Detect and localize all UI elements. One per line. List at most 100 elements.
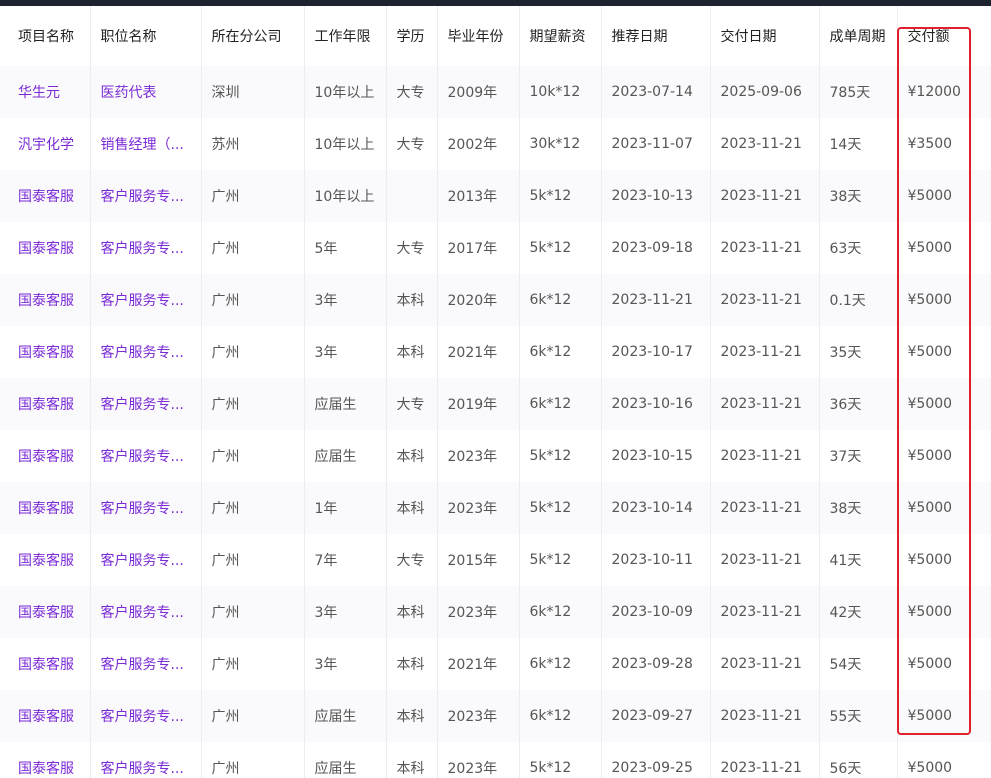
table-row[interactable]: 国泰客服 客户服务专... 广州 7年 大专 2015年 5k*12 2023-10-11 20… — [0, 534, 991, 586]
cell-education: 大专 — [386, 66, 438, 118]
column-header-education[interactable]: 学历 — [386, 6, 438, 66]
cell-deal-cycle: 42天 — [819, 586, 898, 638]
cell-project[interactable]: 国泰客服 — [0, 638, 91, 690]
column-header-deal-cycle[interactable]: 成单周期 — [819, 6, 898, 66]
cell-recommend-date: 2023-10-17 — [601, 326, 711, 378]
cell-grad-year: 2023年 — [437, 586, 520, 638]
cell-position[interactable]: 客户服务专... — [90, 222, 202, 274]
cell-project[interactable]: 汎宇化学 — [0, 118, 91, 170]
cell-project[interactable]: 国泰客服 — [0, 586, 91, 638]
cell-position[interactable]: 客户服务专... — [90, 274, 202, 326]
table-row[interactable]: 国泰客服 客户服务专... 广州 3年 本科 2020年 6k*12 2023-11-21 20… — [0, 274, 991, 326]
table-row[interactable]: 国泰客服 客户服务专... 广州 应届生 本科 2023年 5k*12 2023-10-15 2… — [0, 430, 991, 482]
cell-recommend-date: 2023-10-15 — [601, 430, 711, 482]
column-header-delivery-date[interactable]: 交付日期 — [710, 6, 820, 66]
cell-project[interactable]: 国泰客服 — [0, 222, 91, 274]
cell-deal-cycle: 54天 — [819, 638, 898, 690]
cell-recommend-date: 2023-10-16 — [601, 378, 711, 430]
table-row[interactable]: 国泰客服 客户服务专... 广州 1年 本科 2023年 5k*12 2023-10-14 20… — [0, 482, 991, 534]
cell-branch: 广州 — [201, 430, 305, 482]
cell-position[interactable]: 客户服务专... — [90, 430, 202, 482]
cell-expected-salary: 5k*12 — [519, 742, 602, 778]
cell-position[interactable]: 客户服务专... — [90, 378, 202, 430]
table-row[interactable]: 国泰客服 客户服务专... 广州 应届生 本科 2023年 6k*12 2023-09-27 2… — [0, 690, 991, 742]
cell-position[interactable]: 销售经理（... — [90, 118, 202, 170]
cell-delivery-amount: ¥5000 — [897, 586, 991, 638]
cell-education: 本科 — [386, 274, 438, 326]
cell-project[interactable]: 国泰客服 — [0, 690, 91, 742]
cell-experience: 3年 — [304, 326, 387, 378]
cell-branch: 广州 — [201, 690, 305, 742]
cell-branch: 广州 — [201, 326, 305, 378]
column-header-branch[interactable]: 所在分公司 — [201, 6, 305, 66]
column-header-position[interactable]: 职位名称 — [90, 6, 202, 66]
cell-deal-cycle: 38天 — [819, 170, 898, 222]
cell-grad-year: 2009年 — [437, 66, 520, 118]
table-row[interactable]: 国泰客服 客户服务专... 广州 3年 本科 2023年 6k*12 2023-10-09 20… — [0, 586, 991, 638]
cell-project[interactable]: 国泰客服 — [0, 482, 91, 534]
table-row[interactable]: 华生元 医药代表 深圳 10年以上 大专 2009年 10k*12 2023-07-14 202… — [0, 66, 991, 118]
column-header-expected-salary[interactable]: 期望薪资 — [519, 6, 602, 66]
cell-delivery-date: 2023-11-21 — [710, 482, 820, 534]
cell-recommend-date: 2023-10-11 — [601, 534, 711, 586]
cell-expected-salary: 5k*12 — [519, 482, 602, 534]
cell-experience: 10年以上 — [304, 170, 387, 222]
cell-experience: 3年 — [304, 274, 387, 326]
cell-position[interactable]: 客户服务专... — [90, 170, 202, 222]
table-row[interactable]: 国泰客服 客户服务专... 广州 10年以上 2013年 5k*12 2023-10-13 2… — [0, 170, 991, 222]
cell-delivery-date: 2023-11-21 — [710, 274, 820, 326]
cell-position[interactable]: 客户服务专... — [90, 534, 202, 586]
cell-project[interactable]: 国泰客服 — [0, 534, 91, 586]
cell-deal-cycle: 38天 — [819, 482, 898, 534]
cell-recommend-date: 2023-10-09 — [601, 586, 711, 638]
cell-deal-cycle: 55天 — [819, 690, 898, 742]
cell-education: 大专 — [386, 378, 438, 430]
column-header-project[interactable]: 项目名称 — [0, 6, 91, 66]
cell-delivery-date: 2023-11-21 — [710, 534, 820, 586]
column-header-recommend-date[interactable]: 推荐日期 — [601, 6, 711, 66]
cell-experience: 10年以上 — [304, 118, 387, 170]
cell-deal-cycle: 785天 — [819, 66, 898, 118]
column-header-experience[interactable]: 工作年限 — [304, 6, 387, 66]
cell-delivery-date: 2023-11-21 — [710, 326, 820, 378]
table-row[interactable]: 国泰客服 客户服务专... 广州 3年 本科 2021年 6k*12 2023-09-28 20… — [0, 638, 991, 690]
column-header-grad-year[interactable]: 毕业年份 — [437, 6, 520, 66]
column-header-delivery-amount[interactable]: 交付额 — [897, 6, 991, 66]
cell-delivery-date: 2023-11-21 — [710, 222, 820, 274]
cell-delivery-date: 2023-11-21 — [710, 638, 820, 690]
cell-recommend-date: 2023-11-07 — [601, 118, 711, 170]
cell-deal-cycle: 35天 — [819, 326, 898, 378]
cell-position[interactable]: 客户服务专... — [90, 742, 202, 778]
table-row[interactable]: 国泰客服 客户服务专... 广州 5年 大专 2017年 5k*12 2023-09-18 20… — [0, 222, 991, 274]
table-row[interactable]: 汎宇化学 销售经理（... 苏州 10年以上 大专 2002年 30k*12 2023-11-… — [0, 118, 991, 170]
table-row[interactable]: 国泰客服 客户服务专... 广州 3年 本科 2021年 6k*12 2023-10-17 20… — [0, 326, 991, 378]
cell-deal-cycle: 56天 — [819, 742, 898, 778]
cell-experience: 应届生 — [304, 690, 387, 742]
table-row[interactable]: 国泰客服 客户服务专... 广州 应届生 本科 2023年 5k*12 2023-09-25 2… — [0, 742, 991, 778]
cell-position[interactable]: 客户服务专... — [90, 482, 202, 534]
table-row[interactable]: 国泰客服 客户服务专... 广州 应届生 大专 2019年 6k*12 2023-10-16 2… — [0, 378, 991, 430]
cell-project[interactable]: 华生元 — [0, 66, 91, 118]
cell-position[interactable]: 客户服务专... — [90, 326, 202, 378]
cell-project[interactable]: 国泰客服 — [0, 274, 91, 326]
cell-education — [386, 170, 438, 222]
cell-recommend-date: 2023-11-21 — [601, 274, 711, 326]
cell-grad-year: 2023年 — [437, 690, 520, 742]
cell-project[interactable]: 国泰客服 — [0, 378, 91, 430]
cell-delivery-amount: ¥5000 — [897, 742, 991, 778]
cell-project[interactable]: 国泰客服 — [0, 430, 91, 482]
cell-branch: 深圳 — [201, 66, 305, 118]
cell-grad-year: 2015年 — [437, 534, 520, 586]
cell-experience: 1年 — [304, 482, 387, 534]
cell-position[interactable]: 医药代表 — [90, 66, 202, 118]
cell-position[interactable]: 客户服务专... — [90, 690, 202, 742]
cell-delivery-amount: ¥5000 — [897, 170, 991, 222]
cell-position[interactable]: 客户服务专... — [90, 586, 202, 638]
cell-grad-year: 2021年 — [437, 638, 520, 690]
cell-experience: 7年 — [304, 534, 387, 586]
cell-project[interactable]: 国泰客服 — [0, 326, 91, 378]
cell-position[interactable]: 客户服务专... — [90, 638, 202, 690]
cell-education: 大专 — [386, 534, 438, 586]
cell-project[interactable]: 国泰客服 — [0, 170, 91, 222]
cell-project[interactable]: 国泰客服 — [0, 742, 91, 778]
